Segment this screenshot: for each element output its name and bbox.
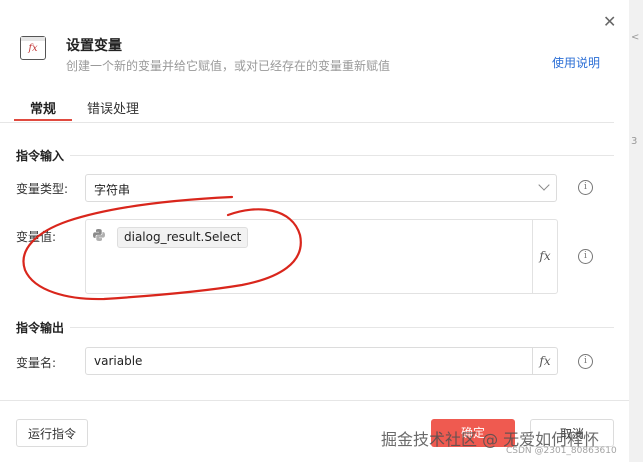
set-variable-dialog: ✕ fx 设置变量 创建一个新的变量并给它赋值，或对已经存在的变量重新赋值 使用… [0, 0, 629, 462]
info-icon[interactable]: i [578, 249, 593, 264]
value-fx-button[interactable]: fx [532, 220, 557, 293]
variable-name-input[interactable]: variable fx [85, 347, 558, 375]
run-command-button[interactable]: 运行指令 [16, 419, 88, 447]
background-panel-edge: < 3 [629, 0, 643, 462]
edge-glyph: 3 [631, 136, 638, 147]
watermark-sub: CSDN @2301_80863610 [506, 446, 617, 456]
chevron-down-icon [538, 179, 550, 191]
help-link[interactable]: 使用说明 [552, 54, 600, 71]
python-icon [93, 229, 105, 241]
section-divider [70, 327, 614, 328]
variable-type-value: 字符串 [94, 183, 131, 197]
dialog-title: 设置变量 [66, 38, 122, 54]
fx-icon: fx [539, 354, 551, 368]
info-icon[interactable]: i [578, 354, 593, 369]
active-tab-indicator [14, 119, 72, 121]
tab-bar: 常规 错误处理 [0, 92, 614, 123]
variable-value-label: 变量值: [16, 230, 57, 244]
function-icon-text: fx [28, 43, 38, 54]
tab-general[interactable]: 常规 [30, 98, 56, 117]
fx-icon: fx [539, 249, 551, 263]
variable-value-chip[interactable]: dialog_result.Select [117, 227, 249, 248]
footer-divider [0, 400, 629, 401]
variable-type-label: 变量类型: [16, 182, 69, 196]
edge-glyph: < [631, 32, 640, 43]
close-icon[interactable]: ✕ [603, 12, 616, 31]
section-heading-output: 指令输出 [16, 321, 65, 335]
name-fx-button[interactable]: fx [532, 348, 557, 374]
section-heading-input: 指令输入 [16, 149, 65, 163]
function-icon: fx [20, 36, 46, 60]
variable-name-value: variable [94, 354, 143, 368]
info-icon[interactable]: i [578, 180, 593, 195]
section-divider [70, 155, 614, 156]
tab-error-handling[interactable]: 错误处理 [87, 98, 139, 117]
variable-type-select[interactable]: 字符串 [85, 174, 557, 202]
dialog-subtitle: 创建一个新的变量并给它赋值，或对已经存在的变量重新赋值 [66, 59, 391, 73]
variable-name-label: 变量名: [16, 356, 57, 370]
